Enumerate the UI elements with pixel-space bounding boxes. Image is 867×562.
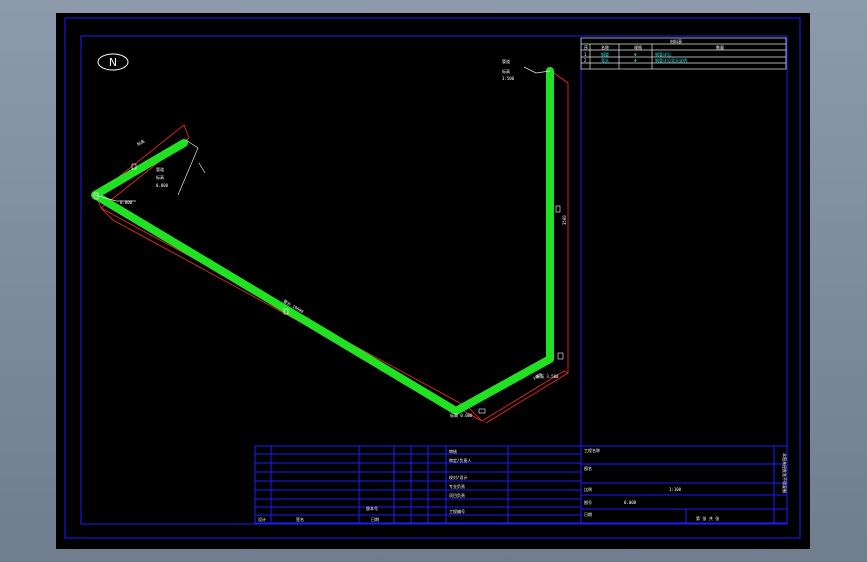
- inner-border: [80, 35, 788, 525]
- dim-left-leg: 标高: [136, 138, 146, 147]
- material-header-qty: 数量: [716, 44, 724, 50]
- left-note-2: 标高: [156, 174, 164, 180]
- tb-label-project-no: 工程编号: [449, 508, 465, 514]
- material-header-spec: 规格: [634, 44, 642, 50]
- projection-lines: [95, 70, 569, 424]
- dim-corner-bottom: 标高 0.000: [450, 412, 473, 418]
- tb-drawing-name: 图名: [584, 465, 592, 471]
- tb-label-design: 设计: [258, 516, 266, 522]
- tb-label-specialty: 专业负责: [449, 483, 465, 489]
- material-row-1-name: 钢管: [601, 51, 609, 57]
- left-note-3: 0.000: [156, 183, 169, 188]
- tb-project-name: 工程名称: [584, 447, 600, 453]
- tb-scale-value: 1:100: [669, 487, 682, 492]
- material-row-1-no: 1: [584, 52, 587, 57]
- pipe-run[interactable]: [91, 67, 554, 415]
- material-header-name: 名称: [601, 44, 609, 50]
- tb-side-note: 本图未经批准不得复制: [782, 453, 788, 493]
- dim-riser: 3500: [562, 215, 567, 225]
- left-note-1: 管道: [156, 166, 164, 172]
- material-table-title: 材料表: [670, 38, 682, 44]
- tb-label-project-lead: 项目负责: [449, 492, 465, 498]
- material-row-2-name: 弯头: [601, 57, 609, 63]
- title-block: 审核 审定/负责人 校对/设计 专业负责 项目负责 工程编号 设计 签名 日期 …: [254, 445, 788, 524]
- drawing-canvas: N 标高 0.000 管长 10000 标高 0.000 1000 标高 3.5…: [64, 17, 801, 539]
- cad-viewport[interactable]: N 标高 0.000 管长 10000 标高 0.000 1000 标高 3.5…: [56, 13, 810, 549]
- material-row-1-spec: Φ: [634, 52, 637, 57]
- material-row-2-spec: Φ: [634, 58, 637, 63]
- tb-label-sign: 签名: [296, 516, 304, 522]
- material-row-2-qty: 钢管详见弯头说明: [655, 57, 687, 63]
- tb-sheet-label: 第 张 共 张: [696, 515, 719, 521]
- material-header-no: 序: [584, 44, 588, 50]
- tb-drawing-no-label: 图号: [584, 499, 592, 505]
- material-row-1-qty: 钢管详见: [655, 51, 671, 57]
- top-note-3: 3.500: [502, 76, 515, 81]
- material-table: 材料表 序 名称 规格 数量 1 钢管 Φ 钢管详见 2 弯头 Φ 钢管详见弯头…: [580, 37, 787, 70]
- material-row-2-no: 2: [584, 58, 587, 63]
- dim-left-node: 0.000: [120, 200, 133, 205]
- north-letter: N: [109, 56, 117, 69]
- outer-border: [64, 17, 801, 539]
- top-note-2: 标高: [502, 68, 510, 74]
- dim-riser-note: 标高 3.500: [536, 373, 559, 379]
- tb-drawing-no-value: 0.000: [624, 500, 637, 505]
- node-markers: [93, 163, 564, 414]
- tb-date-label: 日期: [584, 511, 592, 517]
- tb-label-check: 校对/设计: [449, 474, 467, 480]
- tb-label-date: 日期: [371, 516, 379, 522]
- tb-version: 版本号: [366, 505, 378, 511]
- leader-lines: [94, 66, 551, 202]
- tb-scale-label: 比例: [584, 486, 592, 492]
- north-arrow-icon: N: [97, 53, 129, 71]
- top-note-1: 管道: [502, 58, 510, 64]
- tb-label-review: 审核: [449, 448, 457, 454]
- tb-label-approve: 审定/负责人: [449, 457, 471, 463]
